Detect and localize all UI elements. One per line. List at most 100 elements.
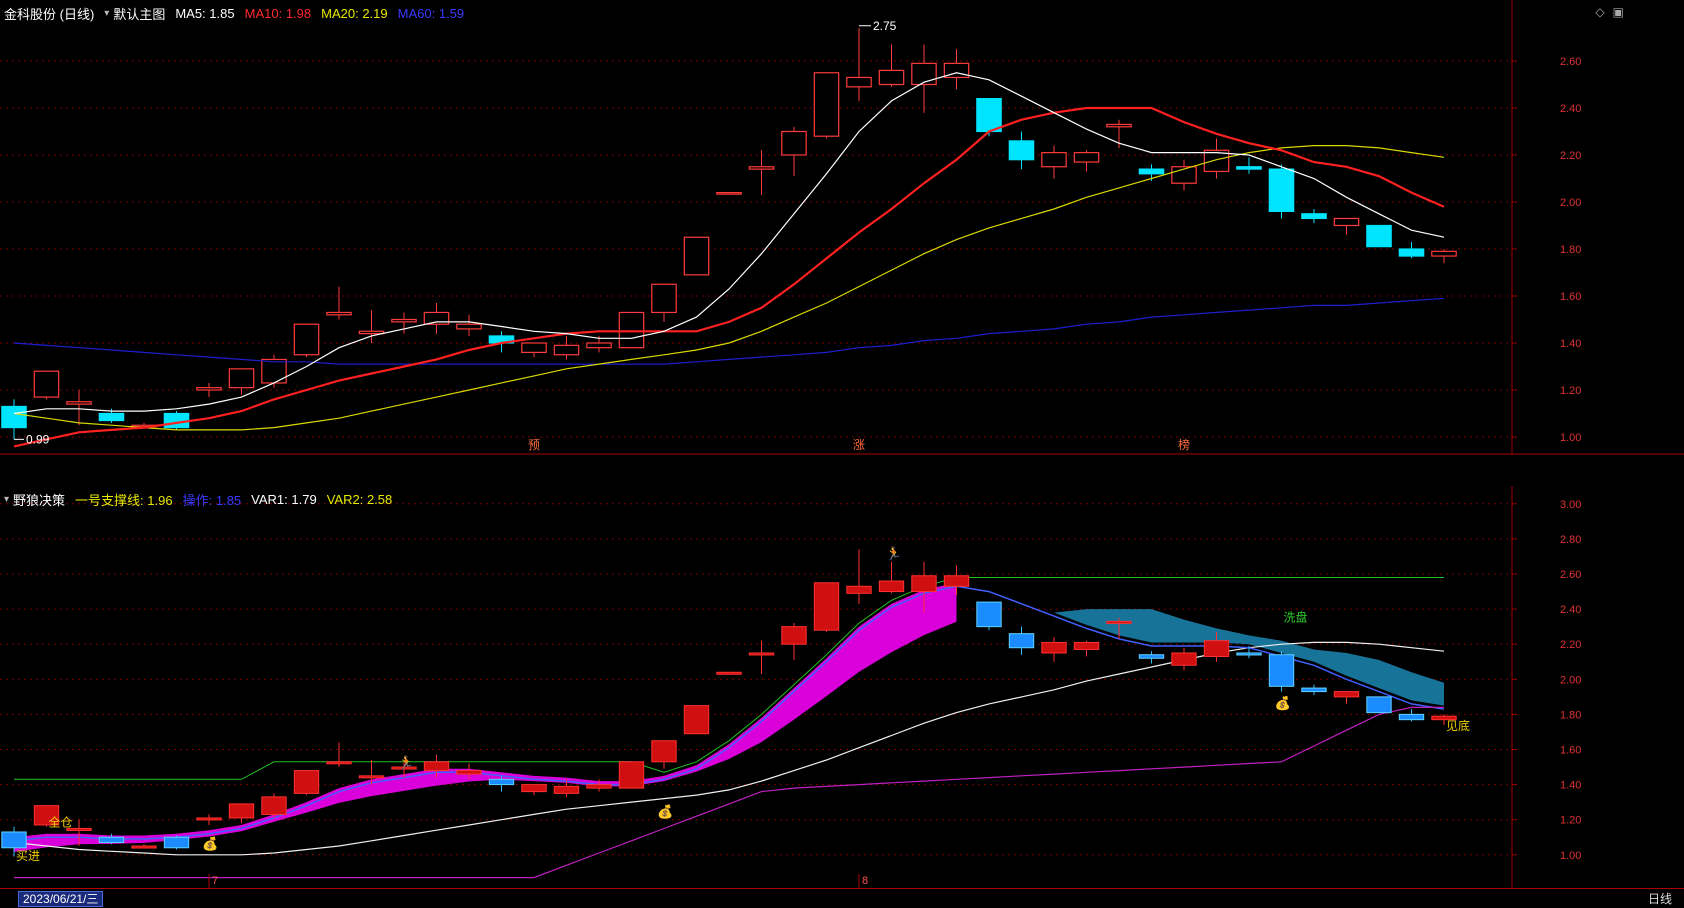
candle-body [1138,168,1165,175]
y-tick-label: 1.80 [1560,709,1581,721]
indicator-candle-body [423,761,450,772]
y-tick-label: 2.80 [1560,534,1581,546]
y-tick-label: 2.40 [1560,604,1581,616]
indicator-candle-body [456,770,482,775]
indicator-candle-body [163,836,190,849]
wash-signal-label: 洗盘 [1284,609,1308,624]
indicator-candle-body [261,796,287,815]
y-tick-label: 3.00 [1560,499,1581,511]
candle-body [1041,152,1067,168]
operate-line [13,585,1445,842]
chart-title: 金科股份 (日线) [4,7,95,22]
candle-body [781,130,807,156]
candle-body [846,76,872,88]
ma60-line [13,297,1445,365]
candle-body [261,358,287,384]
collapse-arrow-icon[interactable]: ▾ [4,494,9,505]
support-line-indicator: 一号支撑线: 1.96 [75,493,173,508]
candle-body [1333,217,1360,227]
y-tick-label: 1.60 [1560,745,1581,757]
runner-icon: 🏃 [398,755,414,770]
indicator-candle-body [521,784,547,793]
indicator-candle-body [293,770,320,794]
main-chart-pane[interactable]: 2.60 2.40 2.20 2.00 1.80 1.60 1.40 1.20 1.00 2.75… [0,0,1684,455]
candle-body [391,318,417,323]
indicator-candle-body [716,671,742,675]
ma10-indicator: MA10: 1.98 [244,6,312,21]
main-candlestick-chart[interactable]: 2.60 2.40 2.20 2.00 1.80 1.60 1.40 1.20 1.00 2.75… [0,0,1684,455]
y-tick-label: 1.40 [1560,780,1581,792]
runner-icon: 🏃 [886,546,902,561]
candle-body [1106,123,1132,128]
candle-body [813,72,840,137]
main-legend: 金科股份 (日线) ▾ 默认主图 MA5: 1.85 MA10: 1.98 MA… [4,4,464,23]
y-tick-label: 2.60 [1560,56,1581,68]
indicator-candle-body [1138,654,1165,659]
month-mark: 8 [862,875,868,887]
indicator-chart[interactable]: 3.00 2.80 2.60 2.40 2.20 2.00 1.80 1.60 1.40 1.20… [0,486,1684,888]
candle-body [716,192,742,195]
ma5-indicator: MA5: 1.85 [175,6,235,21]
template-name[interactable]: 默认主图 [113,4,165,23]
low-price-label: 0.99 [26,432,50,446]
operate-indicator: 操作: 1.85 [182,493,242,508]
buy-signal-label: 买进 [16,849,40,863]
status-bar: 2023/06/21/三 日线 [0,888,1684,908]
candle-body [1073,152,1100,163]
y-tick-label: 1.00 [1560,432,1581,444]
candle-body [618,311,645,349]
candle-body [1268,168,1295,213]
event-mark-forecast: 预 [528,438,540,452]
indicator-candle-body [911,575,937,593]
indicator-candle-body [846,585,872,594]
y-tick-label: 1.20 [1560,815,1581,827]
ma10-line [13,106,1445,448]
indicator-candle-body [131,845,157,849]
candle-body [1,405,27,429]
period-tab-daily[interactable]: 日线 [1648,890,1672,907]
y-tick-label: 2.20 [1560,639,1581,651]
y-tick-label: 2.00 [1560,197,1581,209]
window-restore-icon[interactable]: ▣ [1613,5,1624,19]
var2-line [14,706,1444,879]
ma20-line [13,145,1445,431]
sub-legend: ▾ 野狼决策 一号支撑线: 1.96 操作: 1.85 VAR1: 1.79 V… [4,490,392,509]
candle-body [1301,213,1327,220]
indicator-candle-body [196,817,222,821]
candle-body [33,370,60,398]
y-tick-label: 2.20 [1560,150,1581,162]
candle-body [1008,140,1035,161]
candle-body [293,323,320,356]
indicator-candle-body [98,836,125,844]
y-tick-label: 1.00 [1560,850,1581,862]
y-tick-label: 1.80 [1560,244,1581,256]
indicator-candle-body [1008,633,1035,649]
indicator-candle-body [1041,641,1067,654]
candle-body [66,401,92,405]
money-bag-icon: 💰 [657,804,673,820]
y-tick-label: 1.20 [1560,385,1581,397]
candle-body [196,387,222,391]
indicator-candle-body [358,775,385,779]
indicator-candle-body [1073,641,1100,650]
indicator-candle-body [228,803,255,819]
indicator-candle-body [1203,640,1230,657]
indicator-candle-body [1398,713,1425,721]
indicator-candle-body [1106,620,1132,624]
indicator-candle-body [748,652,775,656]
candle-body [163,412,190,429]
candle-body [553,344,580,356]
var2-indicator: VAR2: 2.58 [326,492,393,507]
indicator-pane[interactable]: 3.00 2.80 2.60 2.40 2.20 2.00 1.80 1.60 1.40 1.20… [0,486,1684,888]
indicator-candle-body [781,626,807,645]
diamond-icon[interactable]: ◇ [1595,5,1604,19]
candle-body [1236,166,1262,170]
candle-body [683,236,710,276]
dropdown-arrow-icon[interactable]: ▾ [104,8,109,19]
date-indicator: 2023/06/21/三 [18,891,104,907]
indicator-title[interactable]: 野狼决策 [13,490,65,509]
window-controls: ◇ ▣ [1595,5,1624,19]
indicator-candle-body [618,761,645,789]
indicator-candle-body [488,778,515,786]
y-tick-label: 2.60 [1560,569,1581,581]
